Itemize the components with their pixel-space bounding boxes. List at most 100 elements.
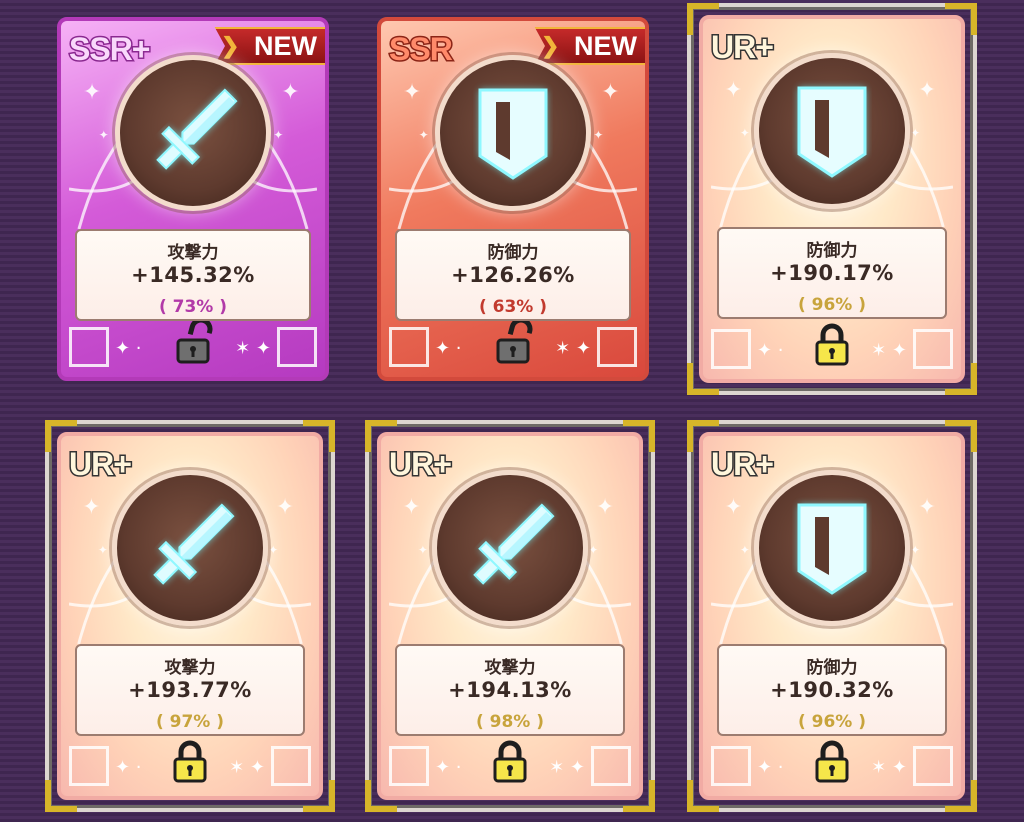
unlock-icon[interactable] xyxy=(173,317,213,365)
sword-icon xyxy=(120,60,266,206)
sparkle-icon: ✦ · xyxy=(435,757,462,778)
stat-box: 防御力 +190.17% ( 96% ) xyxy=(717,227,947,319)
equipment-card[interactable]: ✦ ✦ ✦ ✦ UR+ 攻撃力 +193.77% ( 97% ) ✦ · ✶ ✦ xyxy=(57,432,323,800)
stat-value: +145.32% xyxy=(131,263,255,287)
ornament-right xyxy=(913,329,953,369)
svg-text:✦: ✦ xyxy=(918,495,936,520)
sparkle-icon: ✶ ✦ xyxy=(229,757,265,778)
svg-text:✦: ✦ xyxy=(910,126,920,140)
stat-value: +190.32% xyxy=(770,678,894,702)
svg-text:✦: ✦ xyxy=(596,495,614,520)
card-footer: ✦ · ✶ ✦ xyxy=(69,317,317,367)
stat-value: +193.77% xyxy=(128,678,252,702)
equipment-card[interactable]: ✦ ✦ ✦ ✦ SSR ❯ NEW 防御力 +126.26% ( 63% ) ✦ … xyxy=(377,17,649,381)
equipment-orb xyxy=(435,55,591,211)
sword-icon xyxy=(117,475,263,621)
sparkle-icon: ✶ ✦ xyxy=(235,338,271,359)
stat-name: 攻撃力 xyxy=(167,243,219,263)
sword-icon xyxy=(437,475,583,621)
sparkle-icon: ✦ · xyxy=(757,340,784,361)
ornament-left xyxy=(69,327,109,367)
new-badge-label: NEW xyxy=(254,30,317,61)
unlock-icon[interactable] xyxy=(493,317,533,365)
svg-text:✦: ✦ xyxy=(418,543,428,557)
sparkle-icon: ✶ ✦ xyxy=(549,757,585,778)
lock-icon[interactable] xyxy=(490,740,530,784)
svg-text:✦: ✦ xyxy=(403,80,421,105)
stat-value: +126.26% xyxy=(451,263,575,287)
stat-name: 防御力 xyxy=(487,243,539,263)
ornament-right xyxy=(591,746,631,786)
card-footer: ✦ · ✶ ✦ xyxy=(711,738,953,786)
stat-percent: ( 96% ) xyxy=(797,712,867,732)
svg-text:✦: ✦ xyxy=(83,80,101,105)
svg-text:✦: ✦ xyxy=(601,80,619,105)
lock-icon[interactable] xyxy=(812,323,852,367)
ornament-right xyxy=(277,327,317,367)
svg-text:✦: ✦ xyxy=(725,495,743,520)
stat-name: 防御力 xyxy=(806,658,858,678)
card-footer: ✦ · ✶ ✦ xyxy=(389,317,637,367)
equipment-card[interactable]: ✦ ✦ ✦ ✦ UR+ 攻撃力 +194.13% ( 98% ) ✦ · ✶ ✦ xyxy=(377,432,643,800)
ornament-right xyxy=(913,746,953,786)
equipment-orb xyxy=(754,470,910,626)
svg-text:✦: ✦ xyxy=(268,543,278,557)
ornament-left xyxy=(389,746,429,786)
stat-percent: ( 97% ) xyxy=(155,712,225,732)
sparkle-icon: ✶ ✦ xyxy=(871,340,907,361)
ornament-right xyxy=(271,746,311,786)
equipment-orb xyxy=(432,470,588,626)
stat-percent: ( 63% ) xyxy=(478,297,548,317)
ornament-left xyxy=(711,329,751,369)
sparkle-icon: ✦ · xyxy=(435,338,462,359)
svg-text:✦: ✦ xyxy=(419,128,429,142)
sparkle-icon: ✦ · xyxy=(757,757,784,778)
stat-box: 攻撃力 +193.77% ( 97% ) xyxy=(75,644,305,736)
svg-text:✦: ✦ xyxy=(740,126,750,140)
svg-text:✦: ✦ xyxy=(403,495,421,520)
card-footer: ✦ · ✶ ✦ xyxy=(69,738,311,786)
stat-name: 攻撃力 xyxy=(164,658,216,678)
sparkle-icon: ✶ ✦ xyxy=(555,338,591,359)
svg-text:✦: ✦ xyxy=(83,495,101,520)
svg-text:✦: ✦ xyxy=(98,543,108,557)
svg-text:✦: ✦ xyxy=(918,78,936,103)
svg-text:✦: ✦ xyxy=(276,495,294,520)
stat-box: 攻撃力 +194.13% ( 98% ) xyxy=(395,644,625,736)
stat-percent: ( 98% ) xyxy=(475,712,545,732)
equipment-card[interactable]: ✦ ✦ ✦ ✦ UR+ 防御力 +190.32% ( 96% ) ✦ · ✶ ✦ xyxy=(699,432,965,800)
svg-text:✦: ✦ xyxy=(593,128,603,142)
ornament-left xyxy=(69,746,109,786)
lock-icon[interactable] xyxy=(812,740,852,784)
stat-percent: ( 96% ) xyxy=(797,295,867,315)
lock-icon[interactable] xyxy=(170,740,210,784)
stat-percent: ( 73% ) xyxy=(158,297,228,317)
svg-text:✦: ✦ xyxy=(99,128,109,142)
svg-text:✦: ✦ xyxy=(910,543,920,557)
equipment-card[interactable]: ✦ ✦ ✦ ✦ UR+ 防御力 +190.17% ( 96% ) ✦ · ✶ ✦ xyxy=(699,15,965,383)
ornament-left xyxy=(711,746,751,786)
equipment-card[interactable]: ✦ ✦ ✦ ✦ SSR+ ❯ NEW 攻撃力 +145.32% ( 73% ) ✦… xyxy=(57,17,329,381)
ornament-left xyxy=(389,327,429,367)
equipment-orb xyxy=(754,53,910,209)
shield-icon xyxy=(759,475,905,621)
stat-name: 攻撃力 xyxy=(484,658,536,678)
sparkle-icon: ✶ ✦ xyxy=(871,757,907,778)
svg-text:✦: ✦ xyxy=(588,543,598,557)
svg-text:✦: ✦ xyxy=(725,78,743,103)
sparkle-icon: ✦ · xyxy=(115,338,142,359)
svg-text:✦: ✦ xyxy=(273,128,283,142)
equipment-orb xyxy=(115,55,271,211)
stat-name: 防御力 xyxy=(806,241,858,261)
stat-value: +194.13% xyxy=(448,678,572,702)
svg-text:✦: ✦ xyxy=(740,543,750,557)
card-footer: ✦ · ✶ ✦ xyxy=(389,738,631,786)
new-badge-label: NEW xyxy=(574,30,637,61)
stat-box: 防御力 +190.32% ( 96% ) xyxy=(717,644,947,736)
chevron-right-icon: ❯ xyxy=(541,33,560,58)
card-footer: ✦ · ✶ ✦ xyxy=(711,321,953,369)
stat-value: +190.17% xyxy=(770,261,894,285)
equipment-orb xyxy=(112,470,268,626)
svg-text:✦: ✦ xyxy=(281,80,299,105)
stat-box: 攻撃力 +145.32% ( 73% ) xyxy=(75,229,311,321)
